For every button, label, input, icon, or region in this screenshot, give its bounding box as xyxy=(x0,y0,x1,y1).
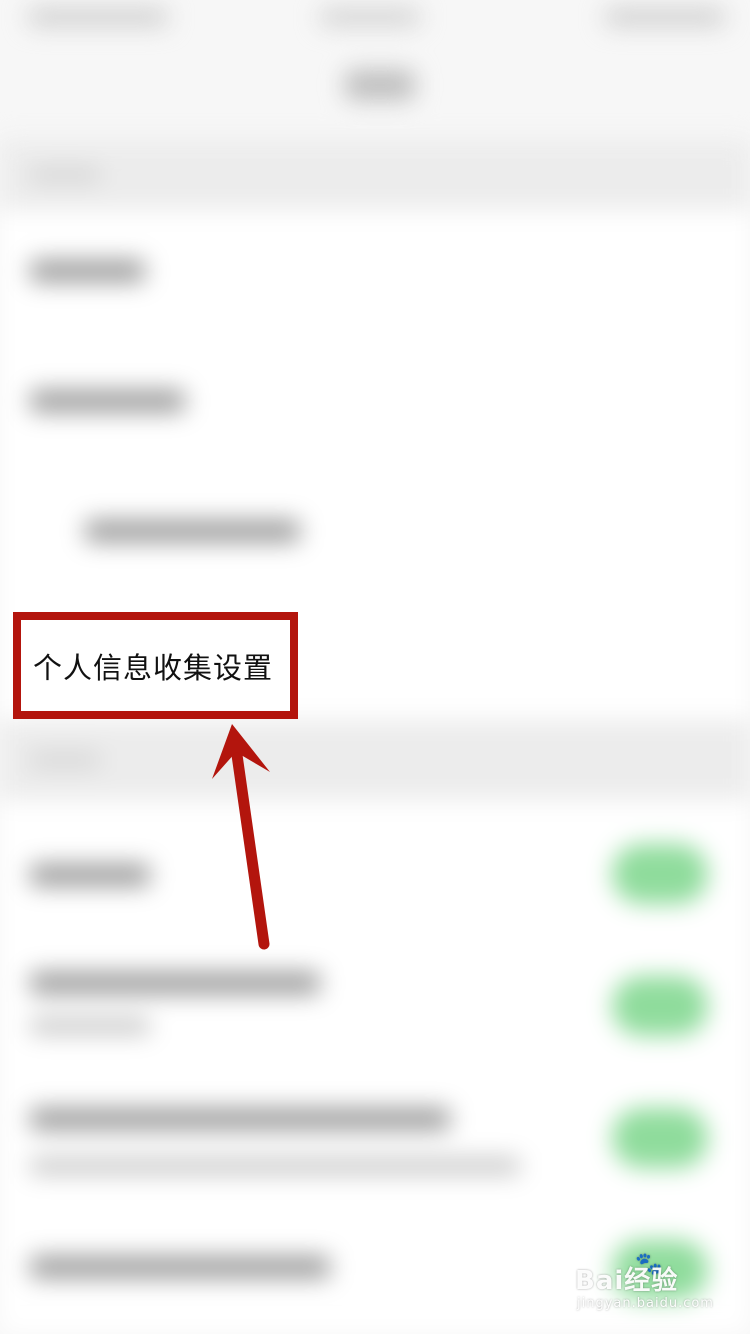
watermark-logo: Bai经验 xyxy=(575,1266,679,1296)
annotation-arrow-icon xyxy=(212,724,270,950)
watermark-url: jingyan.baidu.com xyxy=(577,1296,714,1311)
baidu-jingyan-watermark: 🐾 Bai经验 jingyan.baidu.com xyxy=(575,1252,745,1320)
